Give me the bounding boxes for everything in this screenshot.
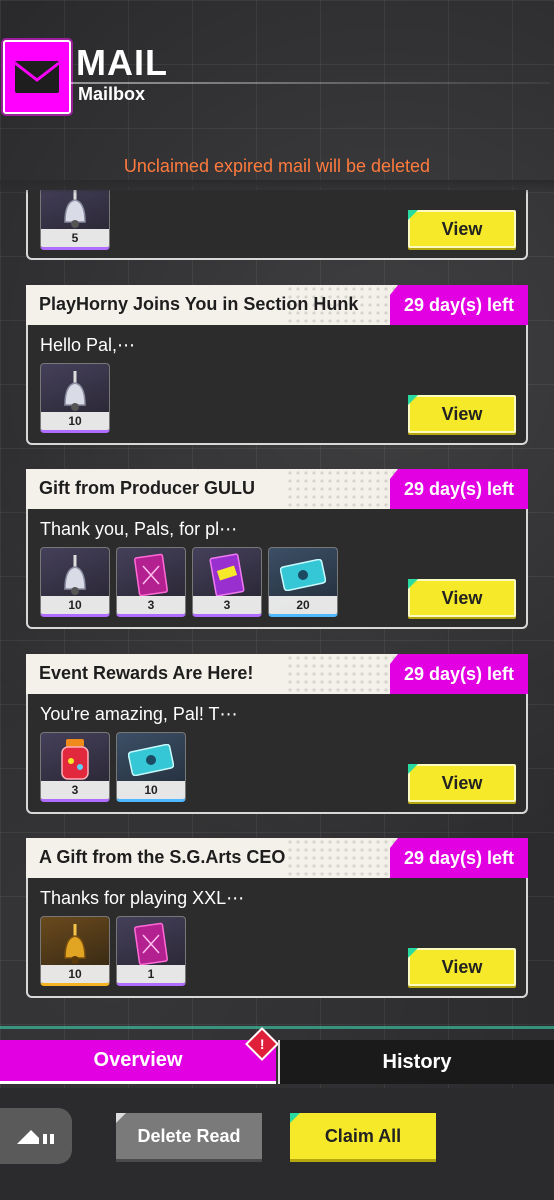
attachment-item[interactable]: 10	[40, 916, 110, 986]
mail-card-partial[interactable]: 5 View	[26, 190, 528, 260]
view-button[interactable]: View	[408, 764, 516, 802]
mail-card[interactable]: A Gift from the S.G.Arts CEO 29 day(s) l…	[26, 838, 528, 998]
jar-icon	[41, 735, 109, 785]
mail-card-header: Event Rewards Are Here! 29 day(s) left	[26, 654, 528, 694]
envelope-icon	[3, 40, 71, 114]
mail-card[interactable]: Gift from Producer GULU 29 day(s) left T…	[26, 469, 528, 629]
mail-title: Event Rewards Are Here!	[39, 663, 254, 683]
view-button[interactable]: View	[408, 948, 516, 986]
bottom-divider	[0, 1026, 554, 1029]
page-title: MAIL	[76, 42, 168, 83]
days-left-badge: 29 day(s) left	[390, 469, 528, 509]
attachment-item[interactable]: 3	[40, 732, 110, 802]
mail-card[interactable]: Event Rewards Are Here! 29 day(s) left Y…	[26, 654, 528, 814]
card-pack-icon	[117, 550, 185, 600]
attachment-item[interactable]: 10	[40, 363, 110, 433]
attachment-qty: 10	[41, 412, 109, 430]
mail-card-body: Thank you, Pals, for pl⋯ 10 3 3 20 View	[26, 509, 528, 629]
mail-card-body: Thanks for playing XXL⋯ 10 1 View	[26, 878, 528, 998]
attachment-qty: 3	[41, 781, 109, 799]
attachment-list: 10 3 3 20	[40, 547, 338, 617]
gold-bell-icon	[41, 919, 109, 969]
attachment-qty: 10	[117, 781, 185, 799]
claim-all-button[interactable]: Claim All	[290, 1113, 436, 1159]
sale-card-icon	[193, 550, 261, 600]
tab-overview[interactable]: Overview	[0, 1040, 276, 1084]
bell-icon	[41, 550, 109, 600]
bell-icon	[41, 190, 109, 233]
ticket-icon	[269, 550, 337, 600]
mail-card-header: A Gift from the S.G.Arts CEO 29 day(s) l…	[26, 838, 528, 878]
tab-history[interactable]: History	[278, 1040, 554, 1084]
mail-card[interactable]: PlayHorny Joins You in Section Hunk 29 d…	[26, 285, 528, 445]
mail-title: A Gift from the S.G.Arts CEO	[39, 847, 286, 867]
attachment-item[interactable]: 1	[116, 916, 186, 986]
attachment-item[interactable]: 5	[40, 190, 110, 250]
attachment-qty: 3	[117, 596, 185, 614]
alert-mark: !	[259, 1035, 265, 1052]
attachment-item[interactable]: 10	[116, 732, 186, 802]
attachment-list: 5	[40, 190, 110, 250]
mail-message: Thanks for playing XXL⋯	[40, 888, 245, 908]
attachment-qty: 20	[269, 596, 337, 614]
mail-message: Thank you, Pals, for pl⋯	[40, 519, 238, 539]
attachment-qty: 10	[41, 965, 109, 983]
mail-card-body: You're amazing, Pal! T⋯ 3 10 View	[26, 694, 528, 814]
attachment-item[interactable]: 3	[116, 547, 186, 617]
view-button[interactable]: View	[408, 210, 516, 248]
page-header: MAIL Mailbox	[0, 38, 554, 118]
attachment-list: 10	[40, 363, 110, 433]
list-fade	[0, 180, 554, 194]
sort-button[interactable]	[0, 1108, 72, 1164]
sort-icon	[17, 1130, 54, 1144]
attachment-item[interactable]: 10	[40, 547, 110, 617]
mail-tabs: Overview ! History	[0, 1027, 554, 1086]
attachment-qty: 10	[41, 596, 109, 614]
mail-message: Hello Pal,⋯	[40, 335, 136, 355]
view-button[interactable]: View	[408, 395, 516, 433]
attachment-list: 3 10	[40, 732, 186, 802]
attachment-item[interactable]: 3	[192, 547, 262, 617]
view-button[interactable]: View	[408, 579, 516, 617]
attachment-list: 10 1	[40, 916, 186, 986]
mail-card-header: Gift from Producer GULU 29 day(s) left	[26, 469, 528, 509]
mail-card-header: PlayHorny Joins You in Section Hunk 29 d…	[26, 285, 528, 325]
attachment-item[interactable]: 20	[268, 547, 338, 617]
days-left-badge: 29 day(s) left	[390, 838, 528, 878]
days-left-badge: 29 day(s) left	[390, 654, 528, 694]
expiry-notice: Unclaimed expired mail will be deleted	[123, 156, 431, 176]
action-bar	[0, 1088, 554, 1200]
days-left-badge: 29 day(s) left	[390, 285, 528, 325]
ticket-icon	[117, 735, 185, 785]
attachment-qty: 1	[117, 965, 185, 983]
mail-card-body: Hello Pal,⋯ 10 View	[26, 325, 528, 445]
mail-title: PlayHorny Joins You in Section Hunk	[39, 294, 359, 314]
delete-read-button[interactable]: Delete Read	[116, 1113, 262, 1159]
bell-icon	[41, 366, 109, 416]
card-pack-icon	[117, 919, 185, 969]
mail-title: Gift from Producer GULU	[39, 478, 256, 498]
mail-message: You're amazing, Pal! T⋯	[40, 704, 238, 724]
page-subtitle: Mailbox	[78, 84, 146, 104]
attachment-qty: 3	[193, 596, 261, 614]
attachment-qty: 5	[41, 229, 109, 247]
